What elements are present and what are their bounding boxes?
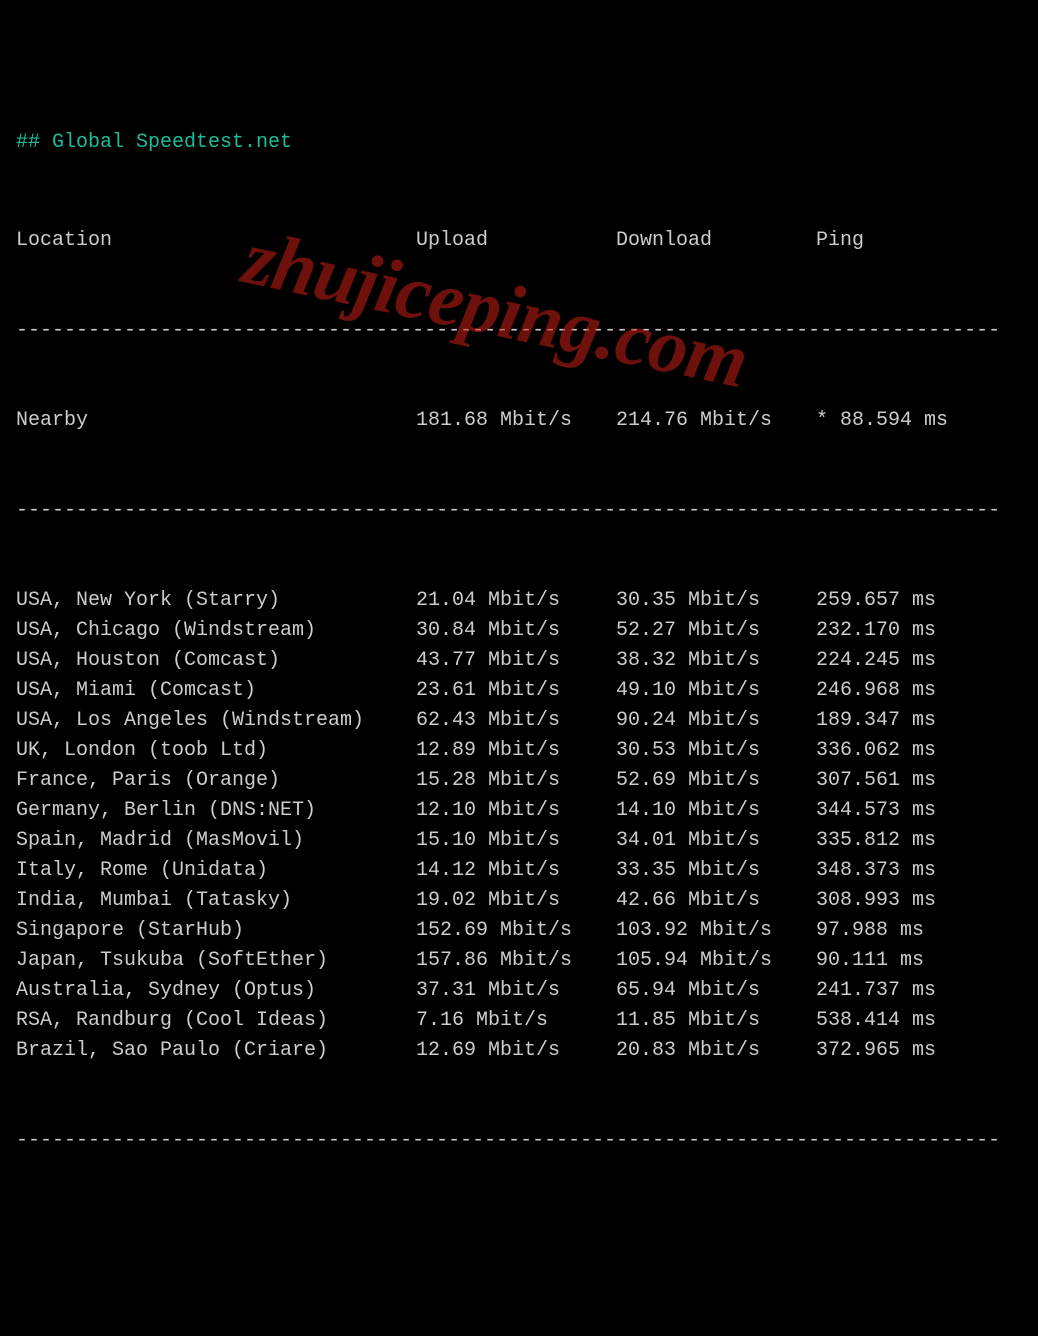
table-row: USA, Houston (Comcast)43.77 Mbit/s38.32 … bbox=[16, 646, 1022, 676]
cell-ping: 259.657 ms bbox=[816, 586, 996, 616]
cell-download: 42.66 Mbit/s bbox=[616, 886, 816, 916]
cell-download: 20.83 Mbit/s bbox=[616, 1036, 816, 1066]
table-row: Japan, Tsukuba (SoftEther)157.86 Mbit/s1… bbox=[16, 946, 1022, 976]
cell-location: RSA, Randburg (Cool Ideas) bbox=[16, 1006, 416, 1036]
table-row: India, Mumbai (Tatasky)19.02 Mbit/s42.66… bbox=[16, 886, 1022, 916]
cell-location: India, Mumbai (Tatasky) bbox=[16, 886, 416, 916]
cell-upload: 12.89 Mbit/s bbox=[416, 736, 616, 766]
col-header-upload: Upload bbox=[416, 226, 616, 256]
cell-ping: 246.968 ms bbox=[816, 676, 996, 706]
divider: ----------------------------------------… bbox=[16, 316, 1022, 346]
cell-upload: 7.16 Mbit/s bbox=[416, 1006, 616, 1036]
cell-location: Japan, Tsukuba (SoftEther) bbox=[16, 946, 416, 976]
cell-ping: 307.561 ms bbox=[816, 766, 996, 796]
table-row: Australia, Sydney (Optus)37.31 Mbit/s65.… bbox=[16, 976, 1022, 1006]
cell-location: USA, Chicago (Windstream) bbox=[16, 616, 416, 646]
cell-ping: 372.965 ms bbox=[816, 1036, 996, 1066]
cell-download: 214.76 Mbit/s bbox=[616, 406, 816, 436]
cell-location: Italy, Rome (Unidata) bbox=[16, 856, 416, 886]
cell-ping: 97.988 ms bbox=[816, 916, 996, 946]
cell-location: USA, Los Angeles (Windstream) bbox=[16, 706, 416, 736]
table-row: RSA, Randburg (Cool Ideas)7.16 Mbit/s11.… bbox=[16, 1006, 1022, 1036]
table-row: Spain, Madrid (MasMovil)15.10 Mbit/s34.0… bbox=[16, 826, 1022, 856]
header-row: Location Upload Download Ping bbox=[16, 226, 1022, 256]
cell-download: 90.24 Mbit/s bbox=[616, 706, 816, 736]
cell-upload: 152.69 Mbit/s bbox=[416, 916, 616, 946]
cell-download: 103.92 Mbit/s bbox=[616, 916, 816, 946]
cell-upload: 37.31 Mbit/s bbox=[416, 976, 616, 1006]
cell-ping: 224.245 ms bbox=[816, 646, 996, 676]
cell-ping: 348.373 ms bbox=[816, 856, 996, 886]
cell-upload: 43.77 Mbit/s bbox=[416, 646, 616, 676]
divider: ----------------------------------------… bbox=[16, 1126, 1022, 1156]
cell-upload: 14.12 Mbit/s bbox=[416, 856, 616, 886]
cell-ping: 308.993 ms bbox=[816, 886, 996, 916]
cell-download: 52.69 Mbit/s bbox=[616, 766, 816, 796]
cell-ping: 344.573 ms bbox=[816, 796, 996, 826]
cell-ping: 241.737 ms bbox=[816, 976, 996, 1006]
cell-location: Brazil, Sao Paulo (Criare) bbox=[16, 1036, 416, 1066]
cell-location: Germany, Berlin (DNS:NET) bbox=[16, 796, 416, 826]
cell-download: 30.53 Mbit/s bbox=[616, 736, 816, 766]
col-header-ping: Ping bbox=[816, 226, 996, 256]
divider: ----------------------------------------… bbox=[16, 496, 1022, 526]
cell-download: 14.10 Mbit/s bbox=[616, 796, 816, 826]
cell-upload: 23.61 Mbit/s bbox=[416, 676, 616, 706]
cell-location: Spain, Madrid (MasMovil) bbox=[16, 826, 416, 856]
cell-download: 11.85 Mbit/s bbox=[616, 1006, 816, 1036]
table-row: Italy, Rome (Unidata)14.12 Mbit/s33.35 M… bbox=[16, 856, 1022, 886]
cell-upload: 62.43 Mbit/s bbox=[416, 706, 616, 736]
cell-upload: 15.28 Mbit/s bbox=[416, 766, 616, 796]
cell-download: 105.94 Mbit/s bbox=[616, 946, 816, 976]
cell-ping: 232.170 ms bbox=[816, 616, 996, 646]
results-list: USA, New York (Starry)21.04 Mbit/s30.35 … bbox=[16, 586, 1022, 1066]
cell-upload: 15.10 Mbit/s bbox=[416, 826, 616, 856]
cell-download: 52.27 Mbit/s bbox=[616, 616, 816, 646]
table-row: USA, Chicago (Windstream)30.84 Mbit/s52.… bbox=[16, 616, 1022, 646]
cell-ping: 538.414 ms bbox=[816, 1006, 996, 1036]
cell-download: 30.35 Mbit/s bbox=[616, 586, 816, 616]
cell-ping: * 88.594 ms bbox=[816, 406, 996, 436]
col-header-location: Location bbox=[16, 226, 416, 256]
cell-upload: 21.04 Mbit/s bbox=[416, 586, 616, 616]
cell-location: France, Paris (Orange) bbox=[16, 766, 416, 796]
cell-download: 34.01 Mbit/s bbox=[616, 826, 816, 856]
table-row: UK, London (toob Ltd)12.89 Mbit/s30.53 M… bbox=[16, 736, 1022, 766]
cell-upload: 12.69 Mbit/s bbox=[416, 1036, 616, 1066]
terminal-title: ## Global Speedtest.net bbox=[16, 128, 1022, 158]
table-row: Singapore (StarHub)152.69 Mbit/s103.92 M… bbox=[16, 916, 1022, 946]
cell-upload: 12.10 Mbit/s bbox=[416, 796, 616, 826]
col-header-download: Download bbox=[616, 226, 816, 256]
cell-location: Nearby bbox=[16, 406, 416, 436]
cell-download: 38.32 Mbit/s bbox=[616, 646, 816, 676]
cell-location: Singapore (StarHub) bbox=[16, 916, 416, 946]
cell-upload: 19.02 Mbit/s bbox=[416, 886, 616, 916]
cell-download: 65.94 Mbit/s bbox=[616, 976, 816, 1006]
cell-ping: 189.347 ms bbox=[816, 706, 996, 736]
table-row: USA, New York (Starry)21.04 Mbit/s30.35 … bbox=[16, 586, 1022, 616]
cell-ping: 335.812 ms bbox=[816, 826, 996, 856]
cell-location: Australia, Sydney (Optus) bbox=[16, 976, 416, 1006]
cell-location: UK, London (toob Ltd) bbox=[16, 736, 416, 766]
cell-download: 33.35 Mbit/s bbox=[616, 856, 816, 886]
cell-upload: 181.68 Mbit/s bbox=[416, 406, 616, 436]
table-row: France, Paris (Orange)15.28 Mbit/s52.69 … bbox=[16, 766, 1022, 796]
cell-location: USA, Miami (Comcast) bbox=[16, 676, 416, 706]
nearby-row: Nearby 181.68 Mbit/s 214.76 Mbit/s * 88.… bbox=[16, 406, 1022, 436]
table-row: Brazil, Sao Paulo (Criare)12.69 Mbit/s20… bbox=[16, 1036, 1022, 1066]
table-row: Germany, Berlin (DNS:NET)12.10 Mbit/s14.… bbox=[16, 796, 1022, 826]
cell-download: 49.10 Mbit/s bbox=[616, 676, 816, 706]
table-row: USA, Miami (Comcast)23.61 Mbit/s49.10 Mb… bbox=[16, 676, 1022, 706]
cell-location: USA, New York (Starry) bbox=[16, 586, 416, 616]
cell-location: USA, Houston (Comcast) bbox=[16, 646, 416, 676]
table-row: USA, Los Angeles (Windstream)62.43 Mbit/… bbox=[16, 706, 1022, 736]
cell-upload: 30.84 Mbit/s bbox=[416, 616, 616, 646]
cell-ping: 336.062 ms bbox=[816, 736, 996, 766]
cell-ping: 90.111 ms bbox=[816, 946, 996, 976]
cell-upload: 157.86 Mbit/s bbox=[416, 946, 616, 976]
